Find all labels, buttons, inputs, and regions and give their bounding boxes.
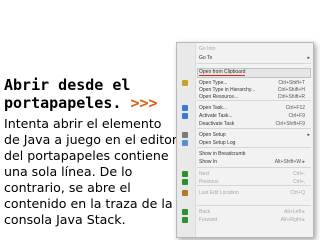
next-icon: [182, 171, 188, 177]
menu-item-label: Deactivate Task: [199, 121, 235, 127]
menu-item-label: Back: [199, 209, 211, 215]
menu-item-go-to[interactable]: Go To ▸: [177, 54, 313, 62]
menu-item-shortcut: Ctrl+Shift+F9: [275, 121, 305, 127]
menu-item-label: Open Task...: [199, 105, 227, 111]
menu-item-shortcut: Ctrl+,: [292, 179, 305, 185]
slide-heading: Abrir desde el portapapeles. >>>: [4, 76, 184, 112]
slide-body-text: Intenta abrir el elemento de Java a jueg…: [4, 116, 178, 227]
menu-item-activate-task[interactable]: Activate Task... Ctrl+F9: [177, 112, 313, 120]
menu-item-shortcut: Ctrl+F9: [288, 113, 305, 119]
submenu-arrow-icon: ▸: [307, 55, 310, 61]
menu-item-label: Open Setup: [199, 132, 226, 138]
menu-separator: [197, 205, 311, 206]
menu-item-show-in-breadcrumb[interactable]: Show in Breadcrumb: [177, 150, 313, 158]
forward-icon: [182, 217, 188, 223]
menu-separator: [197, 167, 311, 168]
menu-item-label: Open Setup Log: [199, 140, 236, 146]
menu-item-deactivate-task[interactable]: Deactivate Task Ctrl+Shift+F9: [177, 120, 313, 128]
menu-item-label: Go To: [199, 55, 213, 61]
menu-item-open-from-clipboard[interactable]: Open from Clipboard: [177, 68, 313, 76]
menu-item-label: Show in Breadcrumb: [199, 151, 246, 157]
menu-separator: [197, 63, 311, 64]
menu-item-label: Open Resource...: [199, 94, 239, 100]
menu-item-shortcut: Alt+Left ▸: [284, 209, 305, 215]
back-icon: [182, 209, 188, 215]
submenu-arrow-icon: ▸: [307, 132, 310, 138]
menu-item-back[interactable]: Back Alt+Left ▸: [177, 208, 313, 216]
setup-icon: [182, 132, 188, 138]
menu-item-label: Last Edit Location: [199, 190, 239, 196]
task-icon: [182, 105, 188, 111]
menu-item-go-into[interactable]: Go Into: [177, 45, 313, 53]
menu-item-shortcut: Ctrl+Shift+R: [277, 94, 305, 100]
menu-item-open-setup[interactable]: Open Setup ▸: [177, 131, 313, 139]
menu-separator: [197, 147, 311, 148]
menu-item-label: Show In: [199, 159, 218, 165]
menu-item-label: Previous: [199, 179, 219, 185]
menu-item-forward[interactable]: Forward Alt+Right ▸: [177, 216, 313, 224]
menu-item-open-task[interactable]: Open Task... Ctrl+F12: [177, 104, 313, 112]
menu-item-open-resource[interactable]: Open Resource... Ctrl+Shift+R: [177, 93, 313, 101]
menu-item-next[interactable]: Next Ctrl+.: [177, 170, 313, 178]
menu-item-show-in[interactable]: Show In Alt+Shift+W ▸: [177, 158, 313, 166]
menu-item-shortcut: Ctrl+.: [292, 171, 305, 177]
menu-item-label: Open from Clipboard: [199, 69, 246, 75]
menu-item-open-setup-log[interactable]: Open Setup Log: [177, 139, 313, 147]
menu-item-shortcut: Alt+Right ▸: [280, 217, 305, 223]
menu-item-shortcut: Ctrl+F12: [285, 105, 305, 111]
previous-icon: [182, 179, 188, 185]
setup-log-icon: [182, 140, 188, 146]
menu-item-label: Forward: [199, 217, 218, 223]
navigate-context-menu: Go Into Go To ▸ Open from Clipboard Open…: [176, 42, 314, 238]
heading-line-1: Abrir desde el: [4, 76, 131, 94]
menu-item-shortcut: Ctrl+Q: [290, 190, 305, 196]
heading-line-2: portapapeles.: [4, 94, 122, 112]
menu-separator: [197, 128, 311, 129]
menu-item-label: Next: [199, 171, 210, 177]
menu-item-previous[interactable]: Previous Ctrl+,: [177, 178, 313, 186]
menu-item-last-edit-location[interactable]: Last Edit Location Ctrl+Q: [177, 189, 313, 197]
menu-item-label: Activate Task...: [199, 113, 233, 119]
activate-task-icon: [182, 113, 188, 119]
menu-item-label: Go Into: [199, 46, 216, 52]
heading-arrows: >>>: [130, 94, 158, 112]
last-edit-icon: [182, 190, 188, 196]
menu-item-shortcut: Alt+Shift+W ▸: [274, 159, 305, 165]
